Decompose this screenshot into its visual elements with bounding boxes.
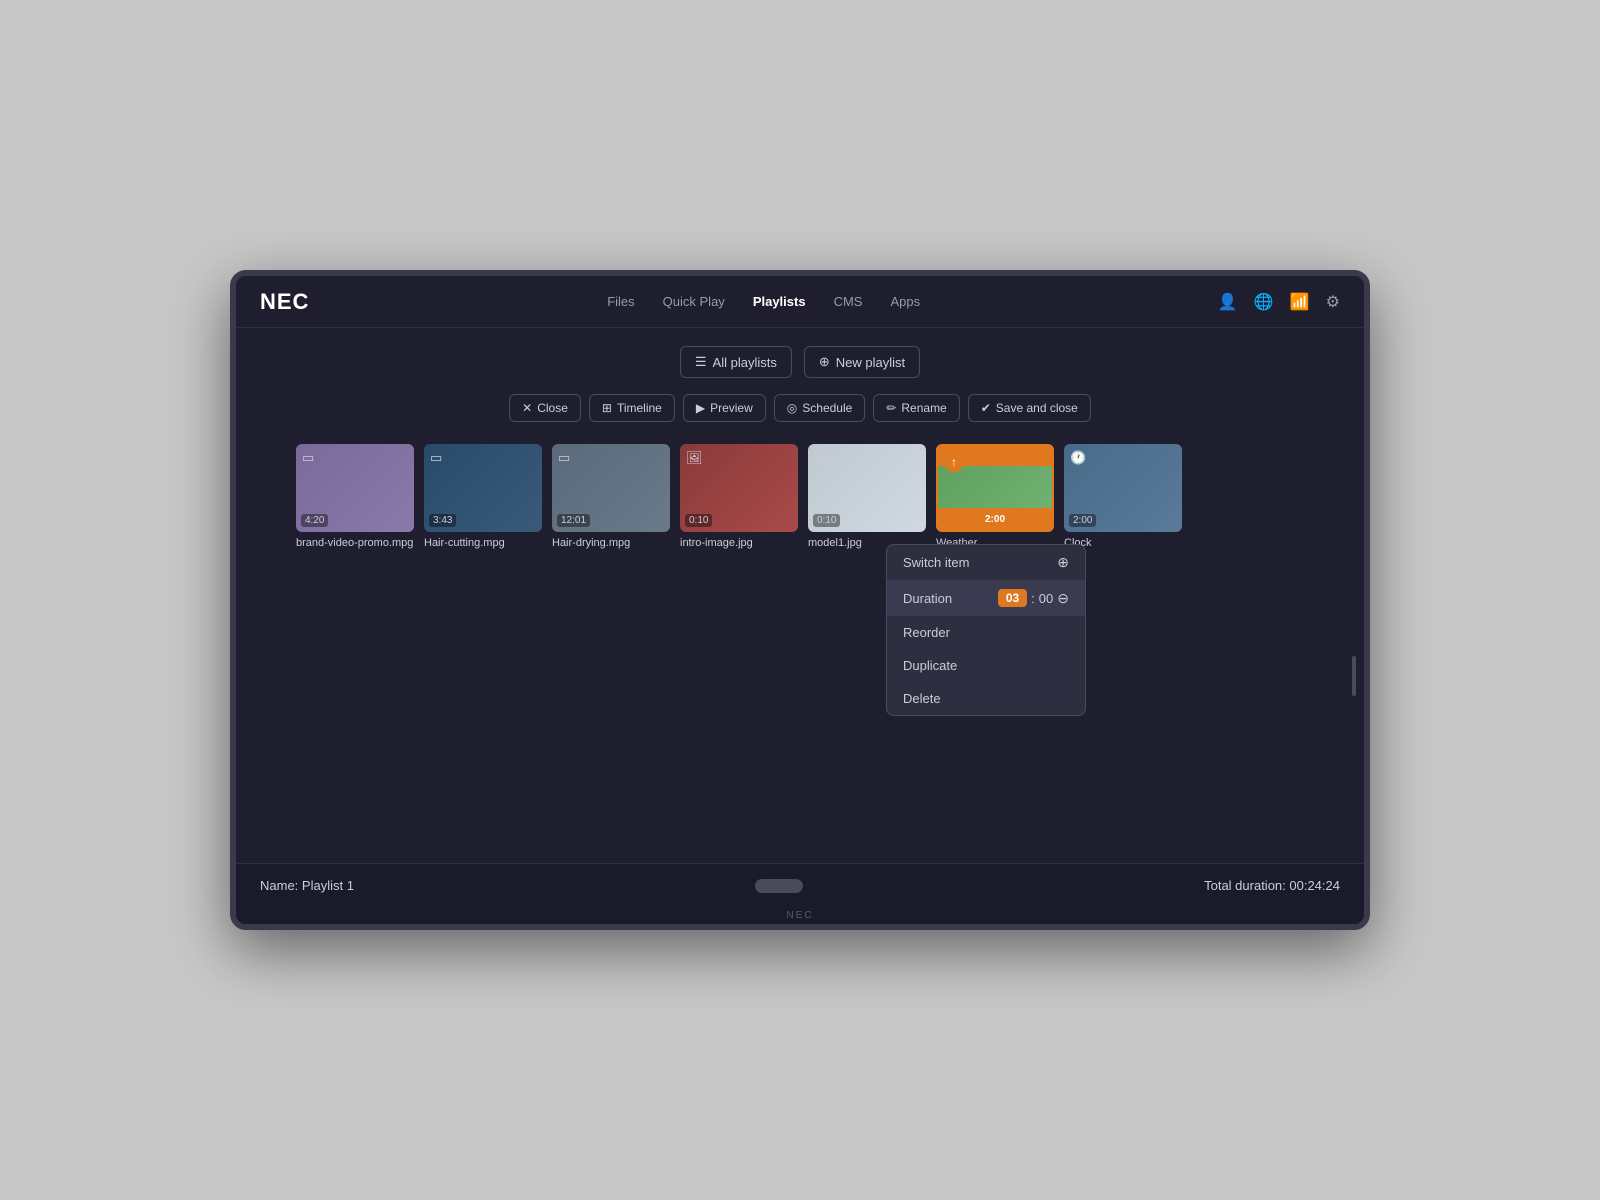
close-label: Close	[537, 401, 568, 415]
duration-5: 0:10	[813, 514, 840, 527]
schedule-button[interactable]: ◎ Schedule	[774, 394, 866, 422]
context-duration[interactable]: Duration 03 : 00 ⊖	[887, 580, 1085, 616]
media-item-weather[interactable]: ↑ 2:00 Weather	[936, 444, 1054, 549]
top-actions: ☰ All playlists ⊕ New playlist	[296, 346, 1304, 378]
clock-icon: 🕐	[1070, 450, 1086, 466]
duplicate-label: Duplicate	[903, 658, 957, 673]
tv-frame: NEC Files Quick Play Playlists CMS Apps …	[230, 270, 1370, 930]
media-item-2[interactable]: ▭ 3:43 Hair-cutting.mpg	[424, 444, 542, 549]
weather-icon: ↑	[944, 452, 964, 472]
globe-icon[interactable]: 🌐	[1254, 292, 1274, 312]
media-name-5: model1.jpg	[808, 537, 862, 549]
delete-label: Delete	[903, 691, 941, 706]
context-delete[interactable]: Delete	[887, 682, 1085, 715]
context-switch-item[interactable]: Switch item ⊕	[887, 545, 1085, 580]
save-icon: ✔	[981, 401, 991, 415]
scroll-thumb[interactable]	[755, 879, 803, 893]
duration-1: 4:20	[301, 514, 328, 527]
nav-icons: 👤 🌐 📶 ⚙	[1218, 292, 1340, 312]
playlist-name: Name: Playlist 1	[260, 878, 354, 893]
media-name-1: brand-video-promo.mpg	[296, 537, 413, 549]
plus-icon: ⊕	[819, 354, 830, 370]
image-icon-5: 🖼	[814, 450, 831, 466]
preview-button[interactable]: ▶ Preview	[683, 394, 766, 422]
nav-quickplay[interactable]: Quick Play	[663, 294, 725, 309]
duration-colon: :	[1031, 591, 1035, 606]
weather-duration-badge: 2:00	[985, 514, 1005, 525]
media-item-4[interactable]: 🖼 0:10 intro-image.jpg	[680, 444, 798, 549]
context-reorder[interactable]: Reorder	[887, 616, 1085, 649]
rename-icon: ✏	[886, 401, 896, 415]
nav-links: Files Quick Play Playlists CMS Apps	[607, 294, 920, 309]
timeline-button[interactable]: ⊞ Timeline	[589, 394, 675, 422]
media-item-5[interactable]: 🖼 0:10 model1.jpg	[808, 444, 926, 549]
duration-seconds: 00	[1039, 591, 1053, 606]
media-thumb-clock: 🕐 2:00	[1064, 444, 1182, 532]
toolbar: ✕ Close ⊞ Timeline ▶ Preview ◎ Schedule …	[296, 394, 1304, 422]
media-thumb-3: ▭ 12:01	[552, 444, 670, 532]
duration-input-group: 03 : 00 ⊖	[998, 589, 1069, 607]
context-menu: Switch item ⊕ Duration 03 : 00 ⊖ Reord	[886, 544, 1086, 716]
duration-4: 0:10	[685, 514, 712, 527]
close-button[interactable]: ✕ Close	[509, 394, 581, 422]
play-icon: ▶	[696, 401, 705, 415]
user-icon[interactable]: 👤	[1218, 292, 1238, 312]
logo: NEC	[260, 289, 309, 315]
video-icon-1: ▭	[302, 450, 314, 466]
wifi-icon[interactable]: 📶	[1290, 292, 1310, 312]
duration-3: 12:01	[557, 514, 590, 527]
media-thumb-2: ▭ 3:43	[424, 444, 542, 532]
duration-clock: 2:00	[1069, 514, 1096, 527]
scroll-indicator	[1352, 656, 1356, 696]
bottom-bar: Name: Playlist 1 Total duration: 00:24:2…	[236, 863, 1364, 907]
timeline-icon: ⊞	[602, 401, 612, 415]
media-item-3[interactable]: ▭ 12:01 Hair-drying.mpg	[552, 444, 670, 549]
tv-inner: NEC Files Quick Play Playlists CMS Apps …	[236, 276, 1364, 924]
media-thumb-4: 🖼 0:10	[680, 444, 798, 532]
media-item-clock[interactable]: 🕐 2:00 Clock	[1064, 444, 1182, 549]
video-icon-2: ▭	[430, 450, 442, 466]
media-item-1[interactable]: ▭ 4:20 brand-video-promo.mpg	[296, 444, 414, 549]
duration-minus-icon[interactable]: ⊖	[1057, 590, 1069, 607]
image-icon-4: 🖼	[686, 450, 703, 466]
duration-label: Duration	[903, 591, 952, 606]
nav-apps[interactable]: Apps	[890, 294, 920, 309]
media-thumb-weather: ↑ 2:00	[936, 444, 1054, 532]
tv-brand-label: NEC	[236, 907, 1364, 924]
schedule-label: Schedule	[802, 401, 852, 415]
save-close-button[interactable]: ✔ Save and close	[968, 394, 1091, 422]
nav-cms[interactable]: CMS	[834, 294, 863, 309]
main-content: ☰ All playlists ⊕ New playlist ✕ Close ⊞…	[236, 328, 1364, 863]
reorder-label: Reorder	[903, 625, 950, 640]
new-playlist-button[interactable]: ⊕ New playlist	[804, 346, 920, 378]
media-name-2: Hair-cutting.mpg	[424, 537, 505, 549]
context-duplicate[interactable]: Duplicate	[887, 649, 1085, 682]
all-playlists-button[interactable]: ☰ All playlists	[680, 346, 792, 378]
total-duration: Total duration: 00:24:24	[1204, 878, 1340, 893]
media-name-3: Hair-drying.mpg	[552, 537, 630, 549]
top-nav: NEC Files Quick Play Playlists CMS Apps …	[236, 276, 1364, 328]
list-icon: ☰	[695, 354, 707, 370]
timeline-label: Timeline	[617, 401, 662, 415]
media-grid: ▭ 4:20 brand-video-promo.mpg ▭ 3:43 Hair…	[296, 444, 1304, 549]
nav-files[interactable]: Files	[607, 294, 634, 309]
schedule-icon: ◎	[787, 401, 797, 415]
duration-2: 3:43	[429, 514, 456, 527]
new-playlist-label: New playlist	[836, 355, 905, 370]
media-thumb-1: ▭ 4:20	[296, 444, 414, 532]
switch-plus-icon[interactable]: ⊕	[1057, 554, 1069, 571]
save-close-label: Save and close	[996, 401, 1078, 415]
switch-item-label: Switch item	[903, 555, 969, 570]
media-name-4: intro-image.jpg	[680, 537, 753, 549]
media-thumb-5: 🖼 0:10	[808, 444, 926, 532]
duration-value[interactable]: 03	[998, 589, 1027, 607]
nav-playlists[interactable]: Playlists	[753, 294, 806, 309]
settings-icon[interactable]: ⚙	[1326, 292, 1340, 312]
video-icon-3: ▭	[558, 450, 570, 466]
all-playlists-label: All playlists	[713, 355, 777, 370]
preview-label: Preview	[710, 401, 753, 415]
rename-label: Rename	[901, 401, 946, 415]
rename-button[interactable]: ✏ Rename	[873, 394, 959, 422]
close-icon: ✕	[522, 401, 532, 415]
